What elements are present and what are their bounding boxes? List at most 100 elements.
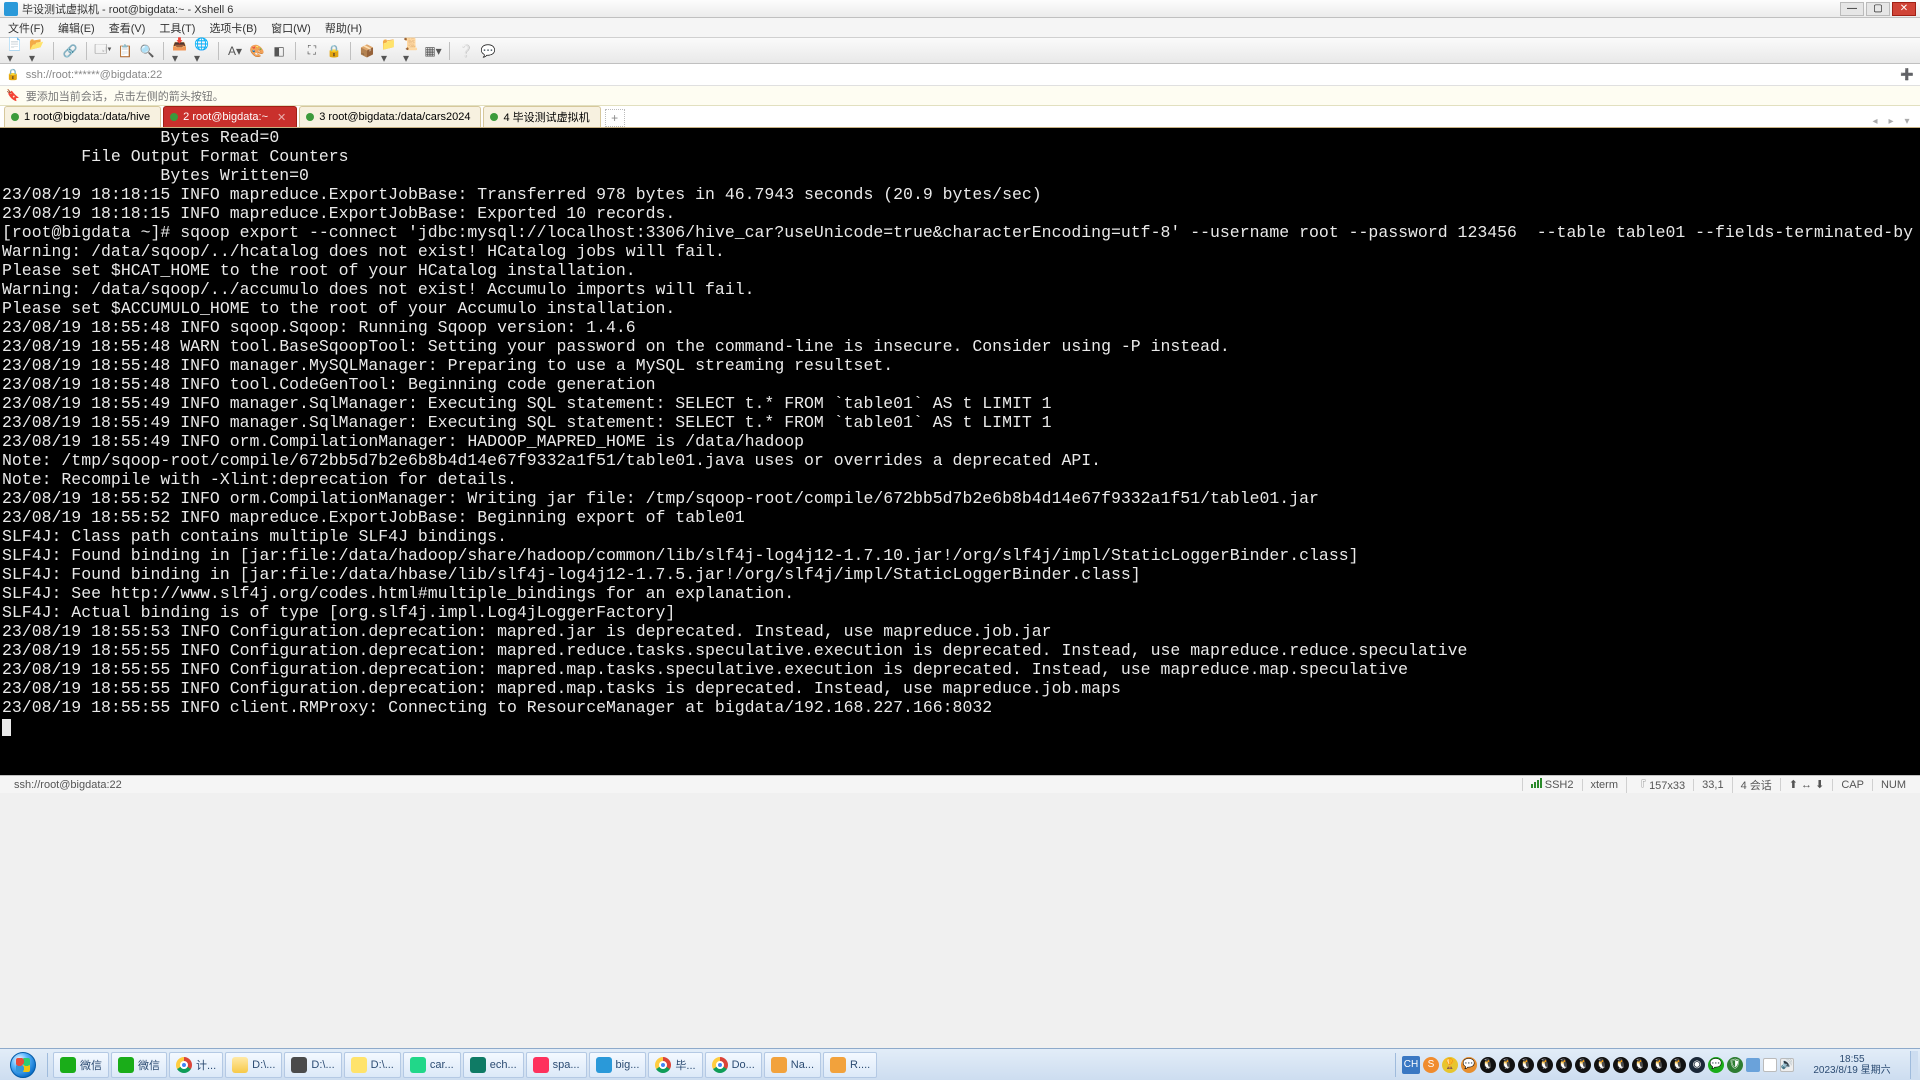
tray-net-icon[interactable] [1746, 1058, 1760, 1072]
layout-button[interactable]: ▦▾ [424, 42, 442, 60]
properties-button[interactable]: 🗔▾ [94, 42, 112, 60]
font-button[interactable]: A▾ [226, 42, 244, 60]
minimize-button[interactable]: — [1840, 2, 1864, 16]
maximize-button[interactable]: ▢ [1866, 2, 1890, 16]
copy-button[interactable]: 📋 [116, 42, 134, 60]
tray-action-icon[interactable] [1763, 1058, 1777, 1072]
tray-steam-icon[interactable]: ◉ [1689, 1057, 1705, 1073]
tray-qq-icon[interactable]: 🐧 [1575, 1057, 1591, 1073]
lion-icon [771, 1057, 787, 1073]
close-tab-icon[interactable]: ✕ [277, 111, 286, 124]
menu-help[interactable]: 帮助(H) [325, 20, 362, 36]
tray-qq-icon[interactable]: 🐧 [1499, 1057, 1515, 1073]
tray-sogou-icon[interactable]: S [1423, 1057, 1439, 1073]
tab-label: 3 root@bigdata:/data/cars2024 [319, 111, 470, 123]
lock-button[interactable]: 🔒 [325, 42, 343, 60]
tabs-scroll-left[interactable]: ◂ [1868, 116, 1882, 127]
address-text[interactable]: ssh://root:******@bigdata:22 [26, 69, 163, 81]
sftp-button[interactable]: 📁▾ [380, 42, 398, 60]
lock-icon: 🔒 [6, 68, 20, 81]
status-connection: ssh://root@bigdata:22 [6, 779, 1522, 791]
pyc2-icon [470, 1057, 486, 1073]
tray-qq-icon[interactable]: 🐧 [1518, 1057, 1534, 1073]
menu-view[interactable]: 查看(V) [109, 20, 146, 36]
tabs-menu-icon[interactable]: ▾ [1900, 116, 1914, 127]
tray-shield-icon[interactable]: 🛡 [1727, 1057, 1743, 1073]
comment-icon[interactable]: 💬 [479, 42, 497, 60]
folder-icon [232, 1057, 248, 1073]
highlight-button[interactable]: ◧ [270, 42, 288, 60]
paste-button[interactable]: 📥▾ [171, 42, 189, 60]
help-button[interactable]: ❔ [457, 42, 475, 60]
taskbar-item[interactable]: D:\... [225, 1052, 282, 1078]
tray-chat-icon[interactable]: 💬 [1461, 1057, 1477, 1073]
wechat-icon [118, 1057, 134, 1073]
menu-file[interactable]: 文件(F) [8, 20, 44, 36]
find-button[interactable]: 🔍 [138, 42, 156, 60]
chrome-icon [712, 1057, 728, 1073]
status-cap: CAP [1832, 779, 1872, 791]
status-bar: ssh://root@bigdata:22 SSH2 xterm 『 157x3… [0, 775, 1920, 793]
taskbar-item-label: Na... [791, 1059, 814, 1071]
new-session-button[interactable]: 📄▾ [6, 42, 24, 60]
tray-qq-icon[interactable]: 🐧 [1670, 1057, 1686, 1073]
taskbar-item-label: 微信 [138, 1057, 160, 1073]
close-button[interactable]: ✕ [1892, 2, 1916, 16]
reconnect-button[interactable]: 🔗 [61, 42, 79, 60]
taskbar-clock[interactable]: 18:55 2023/8/19 星期六 [1797, 1054, 1907, 1076]
taskbar-item[interactable]: spa... [526, 1052, 587, 1078]
language-indicator[interactable]: CH [1402, 1056, 1420, 1074]
new-tab-button[interactable]: + [605, 109, 625, 127]
open-button[interactable]: 📂▾ [28, 42, 46, 60]
start-button[interactable] [2, 1051, 44, 1079]
bookmark-icon[interactable]: 🔖 [6, 89, 20, 102]
taskbar-item[interactable]: 计... [169, 1052, 223, 1078]
tray-qq-icon[interactable]: 🐧 [1537, 1057, 1553, 1073]
tool-bar: 📄▾ 📂▾ 🔗 🗔▾ 📋 🔍 📥▾ 🌐▾ A▾ 🎨 ◧ ⛶ 🔒 📦 📁▾ 📜▾ … [0, 38, 1920, 64]
tray-wechat-icon[interactable]: 💬 [1708, 1057, 1724, 1073]
tab-2[interactable]: 2 root@bigdata:~✕ [163, 106, 297, 127]
taskbar-item[interactable]: big... [589, 1052, 647, 1078]
address-add-button[interactable]: ➕ [1900, 68, 1914, 81]
color-button[interactable]: 🎨 [248, 42, 266, 60]
menu-tools[interactable]: 工具(T) [159, 20, 195, 36]
menu-window[interactable]: 窗口(W) [271, 20, 311, 36]
taskbar-item[interactable]: car... [403, 1052, 461, 1078]
tray-qq-icon[interactable]: 🐧 [1594, 1057, 1610, 1073]
tab-4[interactable]: 4 毕设测试虚拟机 [483, 106, 600, 127]
fullscreen-button[interactable]: ⛶ [303, 42, 321, 60]
tabs-scroll-right[interactable]: ▸ [1884, 116, 1898, 127]
globe-button[interactable]: 🌐▾ [193, 42, 211, 60]
transfer-button[interactable]: 📦 [358, 42, 376, 60]
tab-bar: 1 root@bigdata:/data/hive 2 root@bigdata… [0, 106, 1920, 128]
tray-qq-icon[interactable]: 🐧 [1556, 1057, 1572, 1073]
menu-options[interactable]: 选项卡(B) [209, 20, 257, 36]
terminal-output[interactable]: Bytes Read=0 File Output Format Counters… [0, 128, 1920, 775]
taskbar-item[interactable]: 微信 [53, 1052, 109, 1078]
taskbar-item[interactable]: D:\... [344, 1052, 401, 1078]
tray-trophy-icon[interactable]: 🏆 [1442, 1057, 1458, 1073]
tray-qq-icon[interactable]: 🐧 [1480, 1057, 1496, 1073]
menu-edit[interactable]: 编辑(E) [58, 20, 95, 36]
window-title: 毕设测试虚拟机 - root@bigdata:~ - Xshell 6 [22, 1, 1838, 17]
taskbar-item[interactable]: Na... [764, 1052, 821, 1078]
clock-date: 2023/8/19 星期六 [1797, 1065, 1907, 1076]
show-desktop-button[interactable] [1910, 1051, 1918, 1079]
taskbar-item[interactable]: D:\... [284, 1052, 341, 1078]
taskbar-item[interactable]: 微信 [111, 1052, 167, 1078]
taskbar-items: 微信微信计...D:\...D:\...D:\...car...ech...sp… [53, 1052, 877, 1078]
taskbar-item[interactable]: R.... [823, 1052, 877, 1078]
tray-vol-icon[interactable]: 🔊 [1780, 1058, 1794, 1072]
title-bar: 毕设测试虚拟机 - root@bigdata:~ - Xshell 6 — ▢ … [0, 0, 1920, 18]
tray-qq-icon[interactable]: 🐧 [1651, 1057, 1667, 1073]
lion-icon [830, 1057, 846, 1073]
tray-qq-icon[interactable]: 🐧 [1632, 1057, 1648, 1073]
taskbar-item-label: 微信 [80, 1057, 102, 1073]
taskbar-item[interactable]: Do... [705, 1052, 762, 1078]
taskbar-item[interactable]: 毕... [648, 1052, 702, 1078]
tray-qq-icon[interactable]: 🐧 [1613, 1057, 1629, 1073]
script-button[interactable]: 📜▾ [402, 42, 420, 60]
tab-1[interactable]: 1 root@bigdata:/data/hive [4, 106, 161, 127]
taskbar-item[interactable]: ech... [463, 1052, 524, 1078]
tab-3[interactable]: 3 root@bigdata:/data/cars2024 [299, 106, 481, 127]
